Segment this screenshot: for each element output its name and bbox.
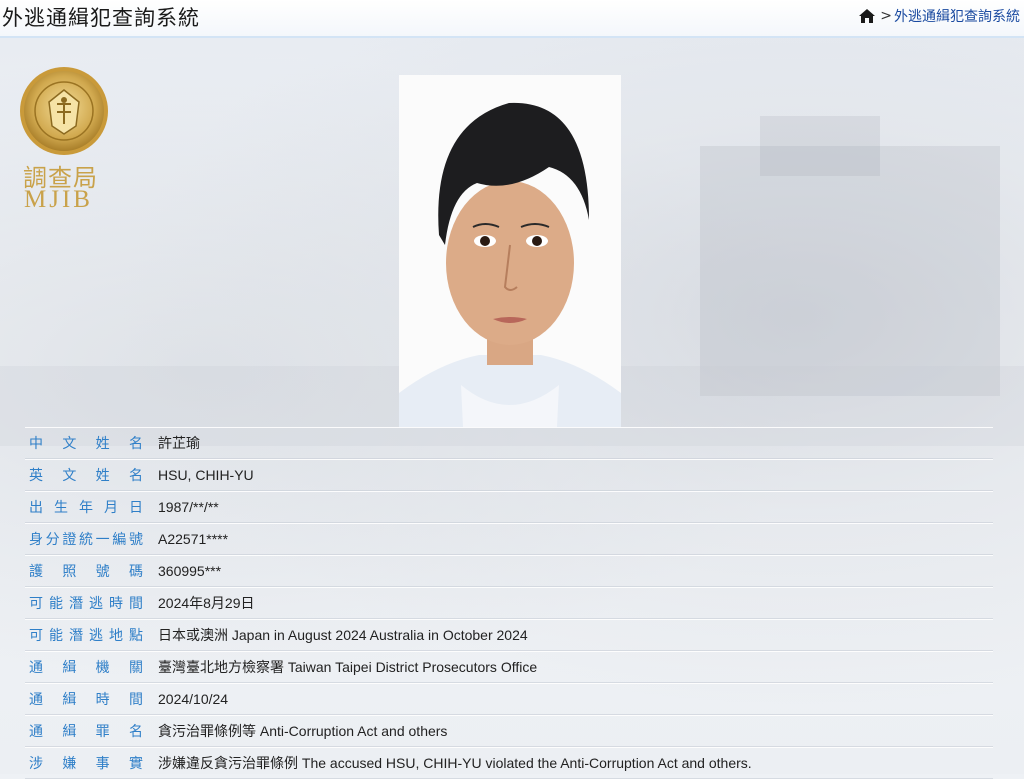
field-label-char: 統 — [78, 532, 93, 548]
field-label: 通緝機關 — [25, 657, 149, 677]
home-icon[interactable] — [858, 8, 876, 24]
field-label-char: 點 — [129, 628, 143, 644]
field-label-char: 關 — [128, 660, 143, 676]
field-value: 日本或澳洲 Japan in August 2024 Australia in … — [158, 627, 528, 643]
field-label-char: 潛 — [69, 596, 83, 612]
field-value: 2024年8月29日 — [158, 595, 255, 611]
field-label-char: 時 — [109, 596, 123, 612]
field-label-char: 照 — [62, 564, 77, 580]
field-label-char: 通 — [29, 692, 43, 708]
field-label-char: 逃 — [89, 628, 103, 644]
page-header: 外逃通緝犯查詢系統 > 外逃通緝犯查詢系統 — [0, 0, 1024, 38]
field-label-char: 月 — [104, 500, 118, 516]
field-label-char: 能 — [49, 628, 63, 644]
field-value: 涉嫌違反貪污治罪條例 The accused HSU, CHIH-YU viol… — [158, 755, 752, 771]
field-value: 360995*** — [158, 563, 222, 579]
field-value: 2024/10/24 — [158, 691, 229, 707]
field-label: 英文姓名 — [25, 465, 149, 485]
field-label: 通緝時間 — [25, 689, 149, 709]
field-label: 可能潛逃地點 — [25, 625, 149, 645]
site-title: 外逃通緝犯查詢系統 — [2, 6, 200, 30]
field-label-char: 罪 — [95, 724, 110, 740]
field-value: 臺灣臺北地方檢察署 Taiwan Taipei District Prosecu… — [158, 659, 538, 675]
field-label-char: 緝 — [62, 724, 77, 740]
suspect-photo — [399, 75, 621, 427]
profile-row: 通 緝 罪 名貪污治罪條例等 Anti-Corruption Act and othe… — [25, 715, 993, 747]
field-label-char: 一 — [95, 532, 110, 548]
field-label-char: 潛 — [69, 628, 83, 644]
field-label-char: 名 — [128, 436, 143, 452]
field-label-char: 通 — [29, 660, 43, 676]
breadcrumb-separator: > — [880, 8, 892, 24]
field-label-char: 實 — [128, 756, 143, 772]
field-label-char: 年 — [79, 500, 93, 516]
field-label-char: 涉 — [29, 756, 43, 772]
field-label-char: 時 — [95, 692, 110, 708]
field-value: HSU, CHIH-YU — [158, 467, 254, 483]
breadcrumb-current[interactable]: 外逃通緝犯查詢系統 — [894, 6, 1020, 26]
profile-row: 身分證統一編號 A22571**** — [25, 523, 993, 555]
field-label-char: 中 — [29, 436, 43, 452]
field-label-char: 能 — [49, 596, 63, 612]
field-value: A22571**** — [158, 531, 229, 547]
logo-text-en: MJIB — [24, 186, 93, 213]
field-label: 涉嫌事實 — [25, 753, 149, 773]
field-label-char: 可 — [29, 596, 43, 612]
field-label: 可能潛逃時間 — [25, 593, 149, 613]
field-label-char: 碼 — [128, 564, 143, 580]
field-label-char: 事 — [95, 756, 110, 772]
field-label: 通緝罪名 — [25, 721, 149, 741]
field-label-char: 間 — [129, 596, 143, 612]
profile-row: 通 緝 機 關臺灣臺北地方檢察署 Taiwan Taipei District Pro… — [25, 651, 993, 683]
field-label-char: 編 — [112, 532, 127, 548]
field-label-char: 機 — [95, 660, 110, 676]
field-label: 中文姓名 — [25, 433, 149, 453]
profile-row: 護 照 號 碼 360995*** — [25, 555, 993, 587]
field-label-char: 嫌 — [62, 756, 77, 772]
field-label-char: 名 — [128, 468, 143, 484]
field-label-char: 姓 — [95, 468, 110, 484]
field-label-char: 號 — [128, 532, 143, 548]
field-label-char: 生 — [54, 500, 68, 516]
profile-row: 涉 嫌 事 實涉嫌違反貪污治罪條例 The accused HSU, CHIH-YU … — [25, 747, 993, 779]
field-label-char: 間 — [128, 692, 143, 708]
mjib-logo: 調查局 MJIB — [19, 66, 111, 218]
field-value: 貪污治罪條例等 Anti-Corruption Act and others — [158, 723, 448, 739]
profile-row: 出生年月日 1987/**/** — [25, 491, 993, 523]
field-label-char: 分 — [45, 532, 60, 548]
field-label-char: 緝 — [62, 660, 77, 676]
profile-row: 英 文 姓 名 HSU, CHIH-YU — [25, 459, 993, 491]
field-label-char: 號 — [95, 564, 110, 580]
field-label-char: 名 — [128, 724, 143, 740]
profile-row: 可能潛逃時間 2024年8月29日 — [25, 587, 993, 619]
profile-row: 中 文 姓 名許芷瑜 — [25, 427, 993, 459]
field-label-char: 護 — [29, 564, 43, 580]
field-label-char: 證 — [62, 532, 77, 548]
field-label-char: 英 — [29, 468, 43, 484]
field-label-char: 通 — [29, 724, 43, 740]
profile-table: 中文姓名許芷瑜英文姓名 HSU, CHIH-YU 出生年月日 1987/**/** 身分… — [25, 427, 993, 779]
field-label-char: 文 — [62, 436, 77, 452]
field-label-char: 姓 — [95, 436, 110, 452]
breadcrumb: > 外逃通緝犯查詢系統 — [858, 6, 1020, 26]
field-value: 1987/**/** — [158, 499, 219, 515]
field-label-char: 地 — [109, 628, 123, 644]
profile-row: 通 緝 時 間 2024/10/24 — [25, 683, 993, 715]
field-label-char: 身 — [29, 532, 43, 548]
field-label: 身分證統一編號 — [25, 529, 149, 549]
profile-row: 可能潛逃地點日本或澳洲 Japan in August 2024 Austral… — [25, 619, 993, 651]
field-label: 護照號碼 — [25, 561, 149, 581]
field-label: 出生年月日 — [25, 497, 149, 517]
field-label-char: 緝 — [62, 692, 77, 708]
field-label-char: 出 — [29, 500, 43, 516]
field-label-char: 文 — [62, 468, 77, 484]
field-label-char: 可 — [29, 628, 43, 644]
field-label-char: 逃 — [89, 596, 103, 612]
field-label-char: 日 — [129, 500, 143, 516]
field-value: 許芷瑜 — [158, 435, 200, 451]
